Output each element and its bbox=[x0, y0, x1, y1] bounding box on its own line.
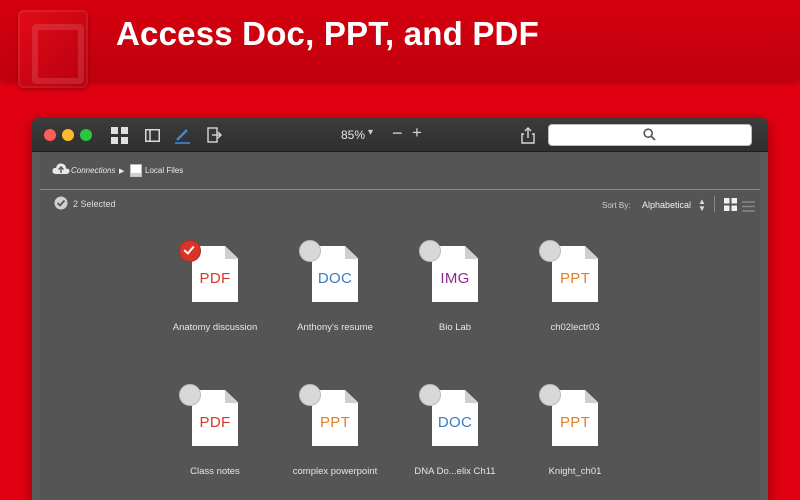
file-grid: PDF Anatomy discussion DOC Anthony's res… bbox=[40, 220, 760, 500]
file-name: DNA Do...elix Ch11 bbox=[414, 466, 496, 477]
search-input[interactable] bbox=[548, 124, 752, 146]
close-window-button[interactable] bbox=[44, 129, 56, 141]
maximize-window-button[interactable] bbox=[80, 129, 92, 141]
headline: Access Doc, PPT, and PDF bbox=[116, 15, 539, 52]
file-type-label: PDF bbox=[199, 270, 231, 287]
file-name: ch02lectr03 bbox=[550, 322, 600, 333]
chevron-down-icon[interactable]: ▾ bbox=[368, 127, 373, 138]
folder-icon bbox=[130, 164, 142, 182]
selection-checkbox[interactable] bbox=[299, 384, 321, 406]
minimize-window-button[interactable] bbox=[62, 129, 74, 141]
export-icon[interactable] bbox=[205, 126, 223, 144]
file-item[interactable]: PDF Class notes bbox=[160, 372, 270, 492]
file-type-label: PPT bbox=[319, 414, 351, 431]
file-item[interactable]: PPT complex powerpoint bbox=[280, 372, 390, 492]
file-type-label: PDF bbox=[199, 414, 231, 431]
breadcrumb-local-files[interactable]: Local Files bbox=[145, 166, 183, 175]
file-item[interactable]: DOC Anthony's resume bbox=[280, 228, 390, 348]
file-name: Class notes bbox=[190, 466, 240, 477]
file-item[interactable]: PPT ch02lectr03 bbox=[520, 228, 630, 348]
file-name: Knight_ch01 bbox=[548, 466, 602, 477]
cloud-icon bbox=[52, 162, 70, 181]
zoom-in-icon[interactable]: + bbox=[412, 123, 422, 143]
sort-chevron-icon[interactable]: ▲ ▼ bbox=[698, 198, 706, 213]
selection-checkbox[interactable] bbox=[539, 384, 561, 406]
selection-count: 2 Selected bbox=[73, 199, 116, 209]
selection-checkbox[interactable] bbox=[179, 384, 201, 406]
breadcrumb-separator: ▶ bbox=[119, 168, 125, 175]
file-name: complex powerpoint bbox=[292, 466, 378, 477]
selection-checkbox[interactable] bbox=[299, 240, 321, 262]
selection-checkbox[interactable] bbox=[539, 240, 561, 262]
zoom-out-icon[interactable]: − bbox=[392, 123, 403, 144]
file-type-label: IMG bbox=[440, 270, 470, 287]
app-window: 85% ▾ − + Connections ▶ Local Files 2 Se… bbox=[32, 118, 768, 500]
select-all-checkmark-icon[interactable] bbox=[54, 196, 68, 215]
breadcrumb: Connections ▶ Local Files bbox=[40, 152, 760, 190]
selection-checkbox[interactable] bbox=[419, 384, 441, 406]
app-logo bbox=[18, 10, 88, 88]
divider bbox=[714, 196, 715, 212]
breadcrumb-connections[interactable]: Connections bbox=[71, 166, 115, 175]
file-name: Bio Lab bbox=[438, 322, 472, 333]
file-type-label: DOC bbox=[437, 414, 473, 431]
sidebar-toggle-icon[interactable] bbox=[143, 126, 161, 144]
file-type-label: PPT bbox=[559, 270, 591, 287]
selection-checkbox[interactable] bbox=[419, 240, 441, 262]
annotate-pen-icon[interactable] bbox=[173, 126, 191, 144]
zoom-level[interactable]: 85% bbox=[341, 128, 365, 142]
file-type-label: PPT bbox=[559, 414, 591, 431]
file-item[interactable]: PDF Anatomy discussion bbox=[160, 228, 270, 348]
list-layout-icon[interactable] bbox=[742, 199, 755, 217]
titlebar: 85% ▾ − + bbox=[32, 118, 768, 152]
sort-by-select[interactable]: Alphabetical bbox=[642, 200, 691, 210]
file-item[interactable]: DOC DNA Do...elix Ch11 bbox=[400, 372, 510, 492]
file-item[interactable]: PPT Knight_ch01 bbox=[520, 372, 630, 492]
file-name: Anatomy discussion bbox=[172, 322, 258, 333]
share-icon[interactable] bbox=[519, 126, 537, 144]
file-type-label: DOC bbox=[317, 270, 353, 287]
grid-view-icon[interactable] bbox=[110, 126, 128, 144]
file-name: Anthony's resume bbox=[297, 322, 373, 333]
file-toolbar: 2 Selected Sort By: Alphabetical ▲ ▼ bbox=[40, 190, 760, 220]
selection-checkbox[interactable] bbox=[179, 240, 201, 262]
search-icon bbox=[643, 128, 656, 146]
sort-by-label: Sort By: bbox=[602, 201, 631, 210]
file-item[interactable]: IMG Bio Lab bbox=[400, 228, 510, 348]
grid-layout-icon[interactable] bbox=[724, 198, 737, 216]
